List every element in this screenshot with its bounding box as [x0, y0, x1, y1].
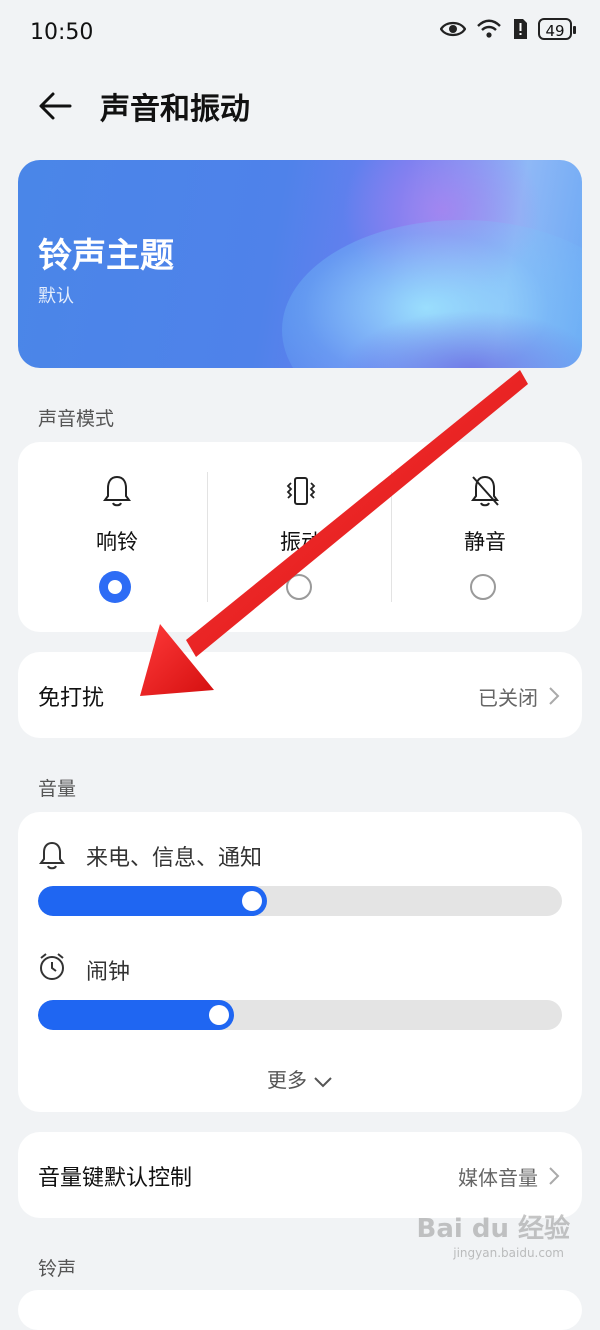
more-label: 更多: [267, 1068, 307, 1092]
banner-title: 铃声主题: [38, 236, 174, 276]
wifi-icon: [477, 19, 501, 38]
page-title: 声音和振动: [100, 92, 250, 127]
volume-label-alarm: 闹钟: [86, 960, 131, 985]
volume-key-title: 音量键默认控制: [38, 1166, 193, 1191]
ringtone-card: [18, 1290, 582, 1330]
ringtone-theme-banner[interactable]: 铃声主题 默认: [18, 160, 582, 368]
bell-off-icon: [471, 475, 499, 507]
radio-silent[interactable]: [470, 574, 496, 600]
bell-icon: [103, 475, 131, 507]
volume-label: 音量: [38, 778, 77, 800]
slider-knob[interactable]: [209, 1005, 229, 1025]
eye-icon: [440, 21, 466, 37]
chevron-down-icon: [314, 1076, 332, 1087]
slider-fill: [38, 886, 267, 916]
battery-indicator: 49: [538, 18, 576, 40]
mode-option-ring[interactable]: 响铃: [24, 442, 210, 632]
sound-mode-card: 响铃 振动 静音: [18, 442, 582, 632]
slider-knob[interactable]: [242, 891, 262, 911]
watermark-url: jingyan.baidu.com: [453, 1246, 564, 1260]
chevron-right-icon: [549, 1167, 560, 1185]
mode-label-ring: 响铃: [96, 530, 138, 554]
watermark: Bai du 经验: [416, 1214, 571, 1244]
volume-card: 来电、信息、通知 闹钟 更多: [18, 812, 582, 1112]
back-arrow-icon[interactable]: [36, 86, 76, 126]
banner-subtitle: 默认: [38, 286, 74, 307]
bell-icon: [39, 841, 65, 870]
more-toggle[interactable]: 更多: [18, 1064, 582, 1093]
slider-fill: [38, 1000, 234, 1030]
mode-option-vibrate[interactable]: 振动: [208, 442, 394, 632]
volume-slider-alarm[interactable]: [38, 1000, 562, 1030]
chevron-right-icon: [549, 687, 560, 705]
dnd-title: 免打扰: [38, 686, 105, 711]
volume-label-notifications: 来电、信息、通知: [86, 846, 263, 871]
radio-vibrate[interactable]: [286, 574, 312, 600]
mode-option-silent[interactable]: 静音: [392, 442, 578, 632]
radio-ring[interactable]: [99, 571, 131, 603]
sim-alert-icon: [514, 19, 527, 39]
status-icons: 49: [440, 18, 576, 40]
alarm-clock-icon: [40, 953, 64, 980]
dnd-status: 已关闭: [478, 686, 538, 710]
ringtone-label: 铃声: [38, 1258, 77, 1280]
sound-mode-label: 声音模式: [38, 408, 115, 430]
mode-label-silent: 静音: [464, 530, 506, 554]
mode-label-vibrate: 振动: [280, 530, 322, 554]
vibrate-icon: [286, 477, 316, 505]
volume-key-default-row[interactable]: 音量键默认控制 媒体音量: [18, 1132, 582, 1218]
volume-key-value: 媒体音量: [458, 1166, 538, 1190]
do-not-disturb-row[interactable]: 免打扰 已关闭: [18, 652, 582, 738]
status-time: 10:50: [30, 20, 94, 45]
volume-slider-notifications[interactable]: [38, 886, 562, 916]
